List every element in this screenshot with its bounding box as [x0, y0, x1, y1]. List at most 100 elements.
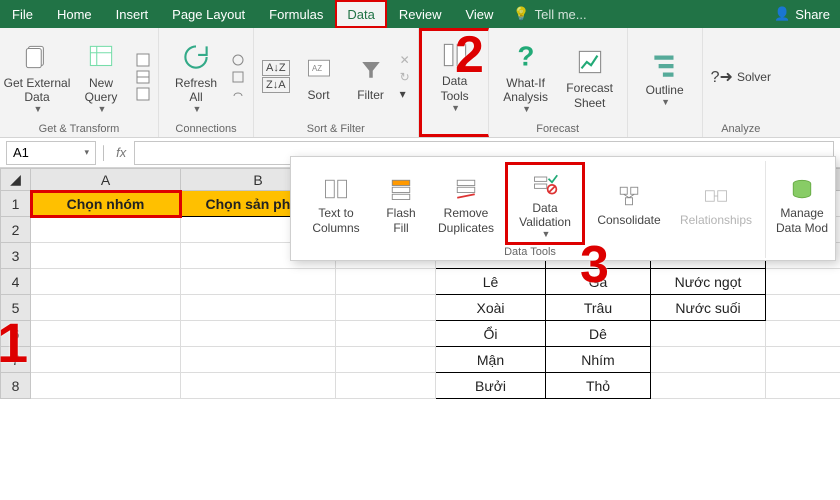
- dropdown-caret-icon: ▼: [98, 104, 107, 115]
- menu-data[interactable]: Data: [335, 0, 386, 28]
- row-header-8[interactable]: 8: [1, 373, 31, 399]
- cell-C6[interactable]: [336, 321, 436, 347]
- group-label-sort-filter: Sort & Filter: [262, 121, 410, 135]
- row-header-7[interactable]: 7: [1, 347, 31, 373]
- row-header-4[interactable]: 4: [1, 269, 31, 295]
- data-tools-button[interactable]: Data Tools ▼: [430, 32, 480, 118]
- menu-review[interactable]: Review: [387, 0, 454, 28]
- connections-button[interactable]: [231, 53, 245, 67]
- cell-B5[interactable]: [181, 295, 336, 321]
- get-external-data-button[interactable]: Get External Data ▼: [8, 34, 66, 120]
- cell-E5[interactable]: Trâu: [546, 295, 651, 321]
- cell-E7[interactable]: Nhím: [546, 347, 651, 373]
- cell-G7[interactable]: [766, 347, 840, 373]
- row-header-2[interactable]: 2: [1, 217, 31, 243]
- menu-formulas[interactable]: Formulas: [257, 0, 335, 28]
- recent-sources-button[interactable]: [136, 87, 150, 101]
- sort-asc-button[interactable]: A↓Z: [262, 60, 290, 76]
- cell-D7[interactable]: Mận: [436, 347, 546, 373]
- sort-desc-button[interactable]: Z↓A: [262, 77, 290, 93]
- ribbon-group-connections: Refresh All ▼ Connections: [159, 28, 254, 137]
- consolidate-icon: [615, 179, 643, 213]
- cell-G6[interactable]: [766, 321, 840, 347]
- properties-button[interactable]: [231, 70, 245, 84]
- row-header-6[interactable]: 6: [1, 321, 31, 347]
- cell-C5[interactable]: [336, 295, 436, 321]
- cell-F8[interactable]: [651, 373, 766, 399]
- row-header-5[interactable]: 5: [1, 295, 31, 321]
- cell-B6[interactable]: [181, 321, 336, 347]
- from-table-button[interactable]: [136, 70, 150, 84]
- cell-A7[interactable]: [31, 347, 181, 373]
- cell-A1[interactable]: Chọn nhóm: [31, 191, 181, 217]
- cell-B4[interactable]: [181, 269, 336, 295]
- cell-F5[interactable]: Nước suối: [651, 295, 766, 321]
- cell-D4[interactable]: Lê: [436, 269, 546, 295]
- cell-A4[interactable]: [31, 269, 181, 295]
- cell-D8[interactable]: Bưởi: [436, 373, 546, 399]
- refresh-icon: [179, 38, 213, 76]
- tell-me-search[interactable]: 💡 Tell me...: [513, 0, 586, 28]
- cell-A8[interactable]: [31, 373, 181, 399]
- manage-data-model-button[interactable]: Manage Data Mod: [772, 170, 832, 237]
- ribbon: Get External Data ▼ New Query ▼ Get & Tr…: [0, 28, 840, 138]
- cell-F7[interactable]: [651, 347, 766, 373]
- menu-view[interactable]: View: [453, 0, 505, 28]
- solver-button[interactable]: ?➜ Solver: [711, 67, 771, 87]
- edit-links-button[interactable]: [231, 87, 245, 101]
- share-button[interactable]: 👤 Share: [774, 0, 840, 28]
- cell-C7[interactable]: [336, 347, 436, 373]
- cell-G8[interactable]: [766, 373, 840, 399]
- remove-duplicates-label: Remove Duplicates: [438, 206, 494, 235]
- menu-insert[interactable]: Insert: [104, 0, 161, 28]
- filter-button[interactable]: Filter: [348, 46, 394, 106]
- menu-home[interactable]: Home: [45, 0, 104, 28]
- remove-duplicates-icon: [452, 172, 480, 206]
- refresh-all-button[interactable]: Refresh All ▼: [167, 34, 225, 120]
- flash-fill-button[interactable]: Flash Fill: [375, 170, 427, 237]
- cell-F4[interactable]: Nước ngọt: [651, 269, 766, 295]
- fx-button[interactable]: fx: [108, 145, 134, 160]
- sort-button[interactable]: AZ Sort: [296, 46, 342, 106]
- row-header-3[interactable]: 3: [1, 243, 31, 269]
- cell-C8[interactable]: [336, 373, 436, 399]
- link-icon: [231, 53, 245, 67]
- data-validation-label: Data Validation: [519, 201, 571, 230]
- col-header-A[interactable]: A: [31, 169, 181, 191]
- whatif-label: What-If Analysis: [503, 76, 548, 105]
- whatif-analysis-button[interactable]: ? What-If Analysis ▼: [497, 34, 555, 120]
- cell-E6[interactable]: Dê: [546, 321, 651, 347]
- forecast-sheet-button[interactable]: Forecast Sheet: [561, 39, 619, 114]
- cell-A2[interactable]: [31, 217, 181, 243]
- remove-duplicates-button[interactable]: Remove Duplicates: [431, 170, 501, 237]
- data-validation-button[interactable]: Data Validation ▼: [505, 162, 585, 246]
- cell-D5[interactable]: Xoài: [436, 295, 546, 321]
- new-query-button[interactable]: New Query ▼: [72, 34, 130, 120]
- cell-G4[interactable]: [766, 269, 840, 295]
- group-label-data-tools: [430, 118, 480, 132]
- menu-page-layout[interactable]: Page Layout: [160, 0, 257, 28]
- consolidate-button[interactable]: Consolidate: [589, 177, 669, 229]
- cell-F6[interactable]: [651, 321, 766, 347]
- cell-A5[interactable]: [31, 295, 181, 321]
- clear-filter-button: ✕: [400, 53, 410, 67]
- outline-icon: [648, 45, 682, 83]
- cell-B8[interactable]: [181, 373, 336, 399]
- cell-A3[interactable]: [31, 243, 181, 269]
- cell-D6[interactable]: Ổi: [436, 321, 546, 347]
- cell-E4[interactable]: Gà: [546, 269, 651, 295]
- cell-G5[interactable]: [766, 295, 840, 321]
- advanced-filter-button[interactable]: ▾: [400, 87, 406, 101]
- row-header-1[interactable]: 1: [1, 191, 31, 217]
- cell-C4[interactable]: [336, 269, 436, 295]
- text-to-columns-button[interactable]: Text to Columns: [301, 170, 371, 237]
- lightbulb-icon: 💡: [513, 6, 529, 22]
- cell-E8[interactable]: Thỏ: [546, 373, 651, 399]
- cell-B7[interactable]: [181, 347, 336, 373]
- name-box[interactable]: A1 ▾: [6, 141, 96, 165]
- outline-button[interactable]: Outline ▼: [636, 41, 694, 112]
- menu-file[interactable]: File: [0, 0, 45, 28]
- cell-A6[interactable]: [31, 321, 181, 347]
- select-all-corner[interactable]: ◢: [1, 169, 31, 191]
- show-queries-button[interactable]: [136, 53, 150, 67]
